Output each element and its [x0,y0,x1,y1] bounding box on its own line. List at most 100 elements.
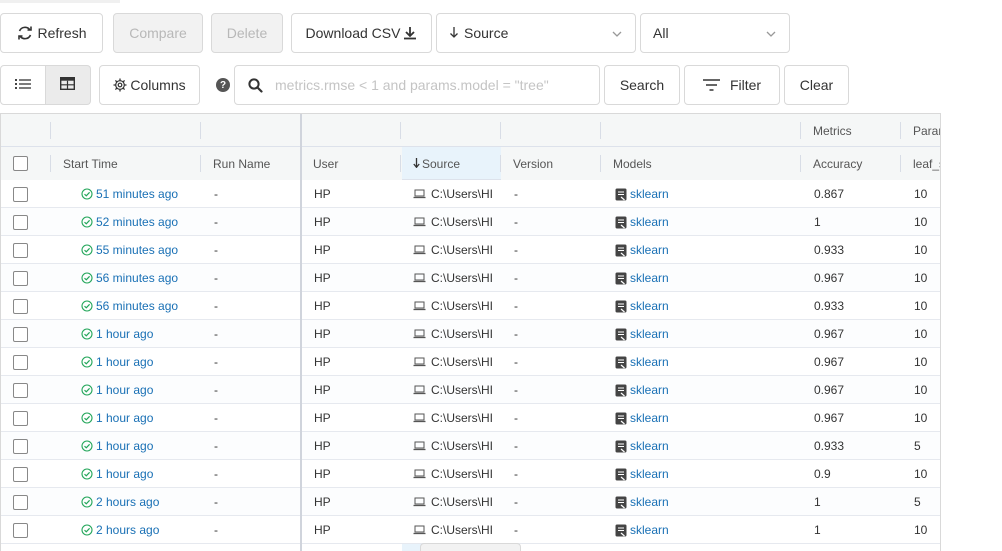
start-time-cell[interactable]: 1 hour ago [81,432,201,460]
source-cell[interactable]: C:\Users\HI [413,516,501,544]
models-cell[interactable]: sklearn [615,488,795,516]
table-row[interactable]: 55 minutes ago - HP C:\Users\HI - sklear… [1,236,940,264]
question-icon[interactable]: ? [216,78,230,92]
models-cell[interactable]: sklearn [615,264,795,292]
row-checkbox[interactable] [13,404,28,432]
table-row[interactable]: 51 minutes ago - HP C:\Users\HI - sklear… [1,180,940,208]
start-time-cell[interactable]: 51 minutes ago [81,180,201,208]
source-cell[interactable]: C:\Users\HI [413,376,501,404]
start-time-link[interactable]: 52 minutes ago [96,215,178,229]
row-checkbox[interactable] [13,348,28,376]
start-time-link[interactable]: 1 hour ago [96,411,153,425]
start-time-link[interactable]: 1 hour ago [96,327,153,341]
models-cell[interactable]: sklearn [615,516,795,544]
column-header-run-name[interactable]: Run Name [201,147,301,180]
model-link[interactable]: sklearn [630,411,669,425]
list-view-toggle[interactable] [0,65,46,105]
start-time-link[interactable]: 2 hours ago [96,523,159,537]
table-view-toggle[interactable] [45,65,91,105]
column-header-source[interactable]: Source [401,147,501,180]
models-cell[interactable]: sklearn [615,376,795,404]
start-time-link[interactable]: 2 hours ago [96,495,159,509]
model-link[interactable]: sklearn [630,187,669,201]
source-cell[interactable]: C:\Users\HI [413,180,501,208]
column-header-start-time[interactable]: Start Time [51,147,201,180]
row-checkbox[interactable] [13,320,28,348]
row-checkbox[interactable] [13,460,28,488]
models-cell[interactable]: sklearn [615,432,795,460]
row-checkbox[interactable] [13,208,28,236]
model-link[interactable]: sklearn [630,271,669,285]
model-link[interactable]: sklearn [630,355,669,369]
row-checkbox[interactable] [13,376,28,404]
models-cell[interactable]: sklearn [615,180,795,208]
models-cell[interactable]: sklearn [615,348,795,376]
clear-button[interactable]: Clear [784,65,849,105]
search-button[interactable]: Search [604,65,680,105]
start-time-link[interactable]: 1 hour ago [96,467,153,481]
start-time-cell[interactable]: 1 hour ago [81,460,201,488]
column-header-leaf[interactable]: leaf_s [901,147,940,180]
start-time-link[interactable]: 56 minutes ago [96,299,178,313]
table-row[interactable]: 56 minutes ago - HP C:\Users\HI - sklear… [1,264,940,292]
source-cell[interactable]: C:\Users\HI [413,488,501,516]
start-time-cell[interactable]: 56 minutes ago [81,264,201,292]
start-time-link[interactable]: 56 minutes ago [96,271,178,285]
source-cell[interactable]: C:\Users\HI [413,264,501,292]
start-time-cell[interactable]: 1 hour ago [81,376,201,404]
table-row[interactable]: 1 hour ago - HP C:\Users\HI - sklearn 0.… [1,460,940,488]
source-select[interactable]: Source [436,13,636,53]
start-time-link[interactable]: 1 hour ago [96,439,153,453]
refresh-button[interactable]: Refresh [0,13,103,53]
model-link[interactable]: sklearn [630,467,669,481]
start-time-cell[interactable]: 56 minutes ago [81,292,201,320]
models-cell[interactable]: sklearn [615,460,795,488]
model-link[interactable]: sklearn [630,383,669,397]
start-time-cell[interactable]: 2 hours ago [81,488,201,516]
row-checkbox[interactable] [13,292,28,320]
start-time-link[interactable]: 1 hour ago [96,383,153,397]
model-link[interactable]: sklearn [630,439,669,453]
models-cell[interactable]: sklearn [615,320,795,348]
all-select[interactable]: All [640,13,790,53]
model-link[interactable]: sklearn [630,523,669,537]
source-cell[interactable]: C:\Users\HI [413,208,501,236]
table-row[interactable]: 1 hour ago - HP C:\Users\HI - sklearn 0.… [1,348,940,376]
table-row[interactable]: 1 hour ago - HP C:\Users\HI - sklearn 0.… [1,376,940,404]
table-row[interactable]: 52 minutes ago - HP C:\Users\HI - sklear… [1,208,940,236]
select-all-checkbox[interactable] [13,147,28,180]
model-link[interactable]: sklearn [630,327,669,341]
delete-button[interactable]: Delete [211,13,283,53]
columns-button[interactable]: Columns [99,65,200,105]
row-checkbox[interactable] [13,516,28,544]
start-time-cell[interactable]: 2 hours ago [81,516,201,544]
model-link[interactable]: sklearn [630,495,669,509]
model-link[interactable]: sklearn [630,243,669,257]
start-time-cell[interactable]: 55 minutes ago [81,236,201,264]
table-row[interactable]: 1 hour ago - HP C:\Users\HI - sklearn 0.… [1,404,940,432]
download-csv-button[interactable]: Download CSV [291,13,432,53]
horizontal-scrollbar-thumb[interactable] [420,543,521,551]
source-cell[interactable]: C:\Users\HI [413,348,501,376]
start-time-link[interactable]: 51 minutes ago [96,187,178,201]
table-row[interactable]: 1 hour ago - HP C:\Users\HI - sklearn 0.… [1,320,940,348]
compare-button[interactable]: Compare [113,13,203,53]
column-header-accuracy[interactable]: Accuracy [801,147,901,180]
source-cell[interactable]: C:\Users\HI [413,432,501,460]
start-time-cell[interactable]: 1 hour ago [81,320,201,348]
start-time-cell[interactable]: 52 minutes ago [81,208,201,236]
row-checkbox[interactable] [13,180,28,208]
column-header-user[interactable]: User [301,147,401,180]
models-cell[interactable]: sklearn [615,208,795,236]
source-cell[interactable]: C:\Users\HI [413,292,501,320]
table-row[interactable]: 2 hours ago - HP C:\Users\HI - sklearn 1… [1,488,940,516]
row-checkbox[interactable] [13,488,28,516]
column-header-models[interactable]: Models [601,147,801,180]
table-row[interactable]: 1 hour ago - HP C:\Users\HI - sklearn 0.… [1,432,940,460]
filter-button[interactable]: Filter [684,65,780,105]
start-time-cell[interactable]: 1 hour ago [81,404,201,432]
search-input[interactable] [275,70,599,100]
models-cell[interactable]: sklearn [615,292,795,320]
source-cell[interactable]: C:\Users\HI [413,236,501,264]
table-row[interactable]: 2 hours ago - HP C:\Users\HI - sklearn 1… [1,516,940,544]
